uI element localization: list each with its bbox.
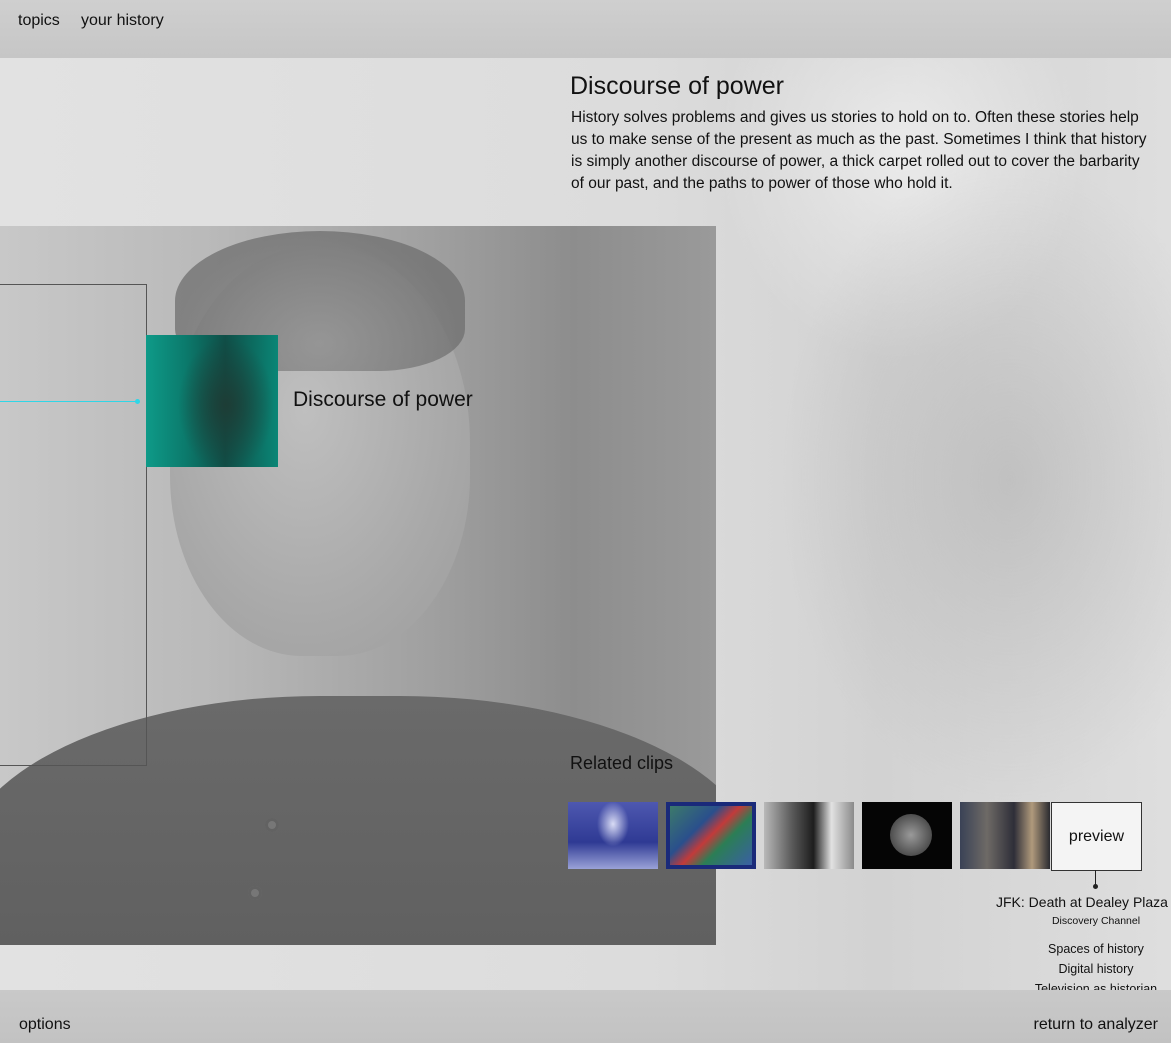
connector-line [0,399,140,404]
topic-description: History solves problems and gives us sto… [571,109,1147,192]
related-clip-thumbnail[interactable] [764,802,854,869]
clip-title: JFK: Death at Dealey Plaza (20 [996,894,1171,910]
clip-image [670,806,752,865]
timeline-frame [0,284,147,766]
related-clip-thumbnail[interactable] [960,802,1050,869]
related-clip-thumbnail[interactable] [568,802,658,869]
related-clip-thumbnail[interactable] [862,802,952,869]
related-clip-thumbnail[interactable] [666,802,756,869]
options-link[interactable]: options [19,1016,71,1034]
bottom-bar: options return to analyzer [0,990,1171,1043]
clip-source: Discovery Channel [1051,915,1141,927]
top-bar: topics your history [0,0,1171,58]
nav-topics[interactable]: topics [18,12,60,30]
shirt-button [248,886,262,900]
related-clips-heading: Related clips [570,753,674,773]
topic-node-label[interactable]: Discourse of power [293,388,473,412]
shirt-button [265,818,279,832]
preview-button[interactable]: preview [1051,802,1142,871]
page-title: Discourse of power [570,72,784,100]
return-to-analyzer-link[interactable]: return to analyzer [1033,1016,1158,1034]
clip-tag-digital-history[interactable]: Digital history [1026,962,1166,976]
topic-node-thumbnail[interactable] [146,335,278,467]
preview-connector [1093,870,1098,889]
clip-image [890,814,932,856]
clip-tag-spaces-of-history[interactable]: Spaces of history [1026,942,1166,956]
nav-your-history[interactable]: your history [81,12,164,30]
